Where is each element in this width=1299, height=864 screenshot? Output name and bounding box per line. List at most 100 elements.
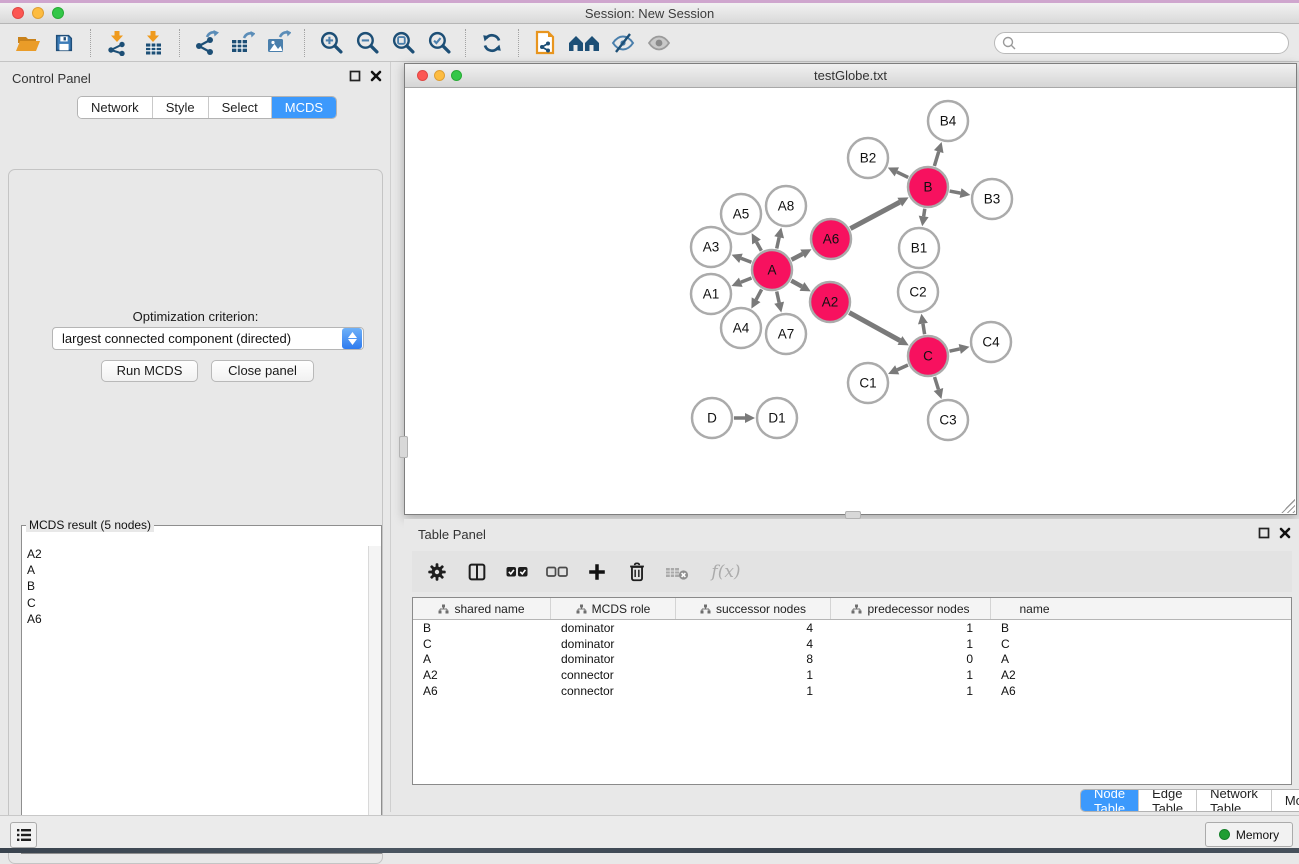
show-columns-button[interactable]: [464, 559, 490, 585]
table-row[interactable]: A2connector11A2: [413, 667, 1291, 683]
graph-edge-A-A5[interactable]: [756, 242, 761, 251]
optimization-criterion-select[interactable]: largest connected component (directed): [52, 327, 364, 350]
table-cell[interactable]: dominator: [551, 621, 676, 635]
export-table-button[interactable]: [224, 27, 260, 59]
export-network-button[interactable]: [188, 27, 224, 59]
close-panel-icon[interactable]: [1279, 527, 1291, 539]
mcds-result-item[interactable]: B: [23, 578, 367, 594]
table-cell[interactable]: 0: [831, 652, 991, 666]
graph-edge-A-A6[interactable]: [791, 254, 802, 260]
select-all-button[interactable]: [504, 559, 530, 585]
table-cell[interactable]: 1: [831, 637, 991, 651]
table-cell[interactable]: 1: [831, 684, 991, 698]
hide-selected-button[interactable]: [605, 27, 641, 59]
tab-edge-table[interactable]: Edge Table: [1139, 790, 1197, 811]
column-header-shared-name[interactable]: shared name: [413, 598, 551, 619]
table-cell[interactable]: 1: [676, 668, 831, 682]
graph-edge-A-A4[interactable]: [756, 289, 762, 299]
table-row[interactable]: A6connector11A6: [413, 683, 1291, 699]
mcds-result-item[interactable]: A2: [23, 546, 367, 562]
graph-edge-A-A1[interactable]: [741, 278, 752, 282]
column-header-name[interactable]: name: [991, 598, 1078, 619]
graph-edge-A-A3[interactable]: [741, 258, 751, 262]
first-neighbors-button[interactable]: [563, 27, 605, 59]
table-row[interactable]: Bdominator41B: [413, 620, 1291, 636]
show-panels-menu-button[interactable]: [10, 822, 37, 848]
search-box[interactable]: [994, 32, 1289, 54]
table-row[interactable]: Adominator80A: [413, 651, 1291, 667]
float-panel-icon[interactable]: [349, 70, 361, 82]
tab-motifs[interactable]: Motifs: [1272, 790, 1299, 811]
tab-style[interactable]: Style: [153, 97, 209, 118]
table-cell[interactable]: A6: [991, 684, 1078, 698]
memory-button[interactable]: Memory: [1205, 822, 1293, 847]
table-cell[interactable]: A2: [991, 668, 1078, 682]
column-header-successor-nodes[interactable]: successor nodes: [676, 598, 831, 619]
splitter-handle-vertical[interactable]: [399, 436, 408, 458]
mcds-result-scrollbar[interactable]: [368, 546, 381, 852]
zoom-fit-button[interactable]: [385, 27, 421, 59]
table-cell[interactable]: connector: [551, 684, 676, 698]
table-options-gear-button[interactable]: [424, 559, 450, 585]
table-cell[interactable]: B: [991, 621, 1078, 635]
refresh-view-button[interactable]: [474, 27, 510, 59]
table-cell[interactable]: A: [991, 652, 1078, 666]
column-header-predecessor-nodes[interactable]: predecessor nodes: [831, 598, 991, 619]
table-cell[interactable]: C: [413, 637, 551, 651]
table-cell[interactable]: A2: [413, 668, 551, 682]
graph-edge-A-A8[interactable]: [777, 237, 779, 248]
table-cell[interactable]: dominator: [551, 652, 676, 666]
table-cell[interactable]: C: [991, 637, 1078, 651]
close-panel-icon[interactable]: [370, 70, 382, 82]
function-builder-button-disabled[interactable]: f(x): [704, 559, 748, 585]
graph-edge-B-B1[interactable]: [924, 209, 925, 217]
add-column-button[interactable]: [584, 559, 610, 585]
table-cell[interactable]: 1: [831, 668, 991, 682]
run-mcds-button[interactable]: Run MCDS: [101, 360, 198, 382]
tab-network[interactable]: Network: [78, 97, 153, 118]
zoom-selected-button[interactable]: [421, 27, 457, 59]
graph-edge-A-A2[interactable]: [791, 281, 802, 287]
graph-edge-A6-B[interactable]: [850, 202, 899, 228]
export-image-button[interactable]: [260, 27, 296, 59]
table-row[interactable]: Cdominator41C: [413, 636, 1291, 652]
column-header-MCDS-role[interactable]: MCDS role: [551, 598, 676, 619]
mcds-result-item[interactable]: A6: [23, 611, 367, 627]
graph-edge-B-B2[interactable]: [897, 172, 908, 178]
float-panel-icon[interactable]: [1258, 527, 1270, 539]
tab-node-table[interactable]: Node Table: [1081, 790, 1139, 811]
delete-table-button-disabled[interactable]: [664, 559, 690, 585]
network-canvas[interactable]: AA1A2A3A4A5A6A7A8BB1B2B3B4CC1C2C3C4DD1: [405, 89, 1296, 514]
table-cell[interactable]: 8: [676, 652, 831, 666]
graph-edge-B-B3[interactable]: [950, 191, 961, 193]
zoom-out-button[interactable]: [349, 27, 385, 59]
tab-mcds[interactable]: MCDS: [272, 97, 336, 118]
graph-edge-C-C2[interactable]: [923, 324, 925, 335]
tab-network-table[interactable]: Network Table: [1197, 790, 1272, 811]
graph-edge-A-A7[interactable]: [777, 291, 779, 302]
import-table-button[interactable]: [135, 27, 171, 59]
graph-edge-C-C4[interactable]: [949, 349, 959, 351]
open-session-button[interactable]: [10, 27, 46, 59]
search-input[interactable]: [1017, 36, 1288, 50]
table-cell[interactable]: B: [413, 621, 551, 635]
show-all-button[interactable]: [641, 27, 677, 59]
close-panel-button[interactable]: Close panel: [211, 360, 314, 382]
table-cell[interactable]: 4: [676, 621, 831, 635]
table-cell[interactable]: 4: [676, 637, 831, 651]
mcds-result-item[interactable]: A: [23, 562, 367, 578]
splitter-handle-horizontal[interactable]: [845, 511, 861, 519]
save-session-button[interactable]: [46, 27, 82, 59]
mcds-result-item[interactable]: C: [23, 595, 367, 611]
table-cell[interactable]: A: [413, 652, 551, 666]
deselect-all-button[interactable]: [544, 559, 570, 585]
table-cell[interactable]: connector: [551, 668, 676, 682]
table-cell[interactable]: 1: [831, 621, 991, 635]
zoom-in-button[interactable]: [313, 27, 349, 59]
new-network-from-selection-button[interactable]: [527, 27, 563, 59]
import-network-button[interactable]: [99, 27, 135, 59]
table-cell[interactable]: A6: [413, 684, 551, 698]
graph-edge-C-C1[interactable]: [897, 365, 908, 370]
delete-columns-button[interactable]: [624, 559, 650, 585]
network-window-titlebar[interactable]: testGlobe.txt: [405, 64, 1296, 88]
